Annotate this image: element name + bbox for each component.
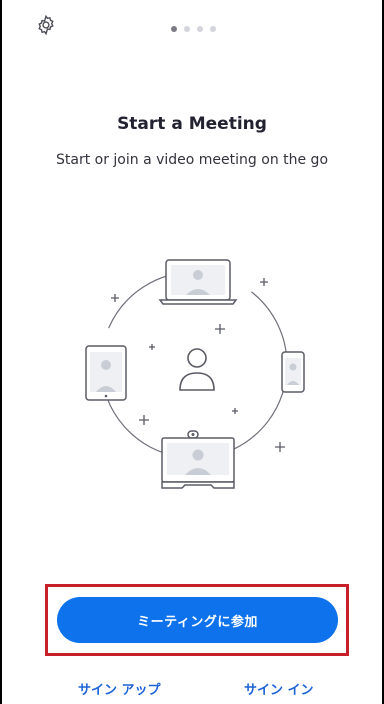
join-meeting-button[interactable]: ミーティングに参加 (57, 597, 338, 643)
video-room-icon (161, 430, 235, 489)
person-icon (179, 348, 215, 391)
page-title: Start a Meeting (117, 114, 267, 134)
page-dot-active (171, 26, 177, 32)
sign-in-link[interactable]: サイン イン (244, 679, 314, 698)
sign-up-link[interactable]: サイン アップ (78, 679, 161, 698)
tablet-icon (85, 345, 127, 401)
laptop-icon (158, 259, 238, 305)
page-dot (184, 26, 190, 32)
phone-icon (281, 351, 305, 393)
page-subtitle: Start or join a video meeting on the go (55, 152, 329, 168)
page-indicator (171, 26, 216, 32)
gear-icon[interactable] (35, 14, 57, 36)
page-dot (210, 26, 216, 32)
meeting-illustration (85, 259, 305, 489)
page-dot (197, 26, 203, 32)
